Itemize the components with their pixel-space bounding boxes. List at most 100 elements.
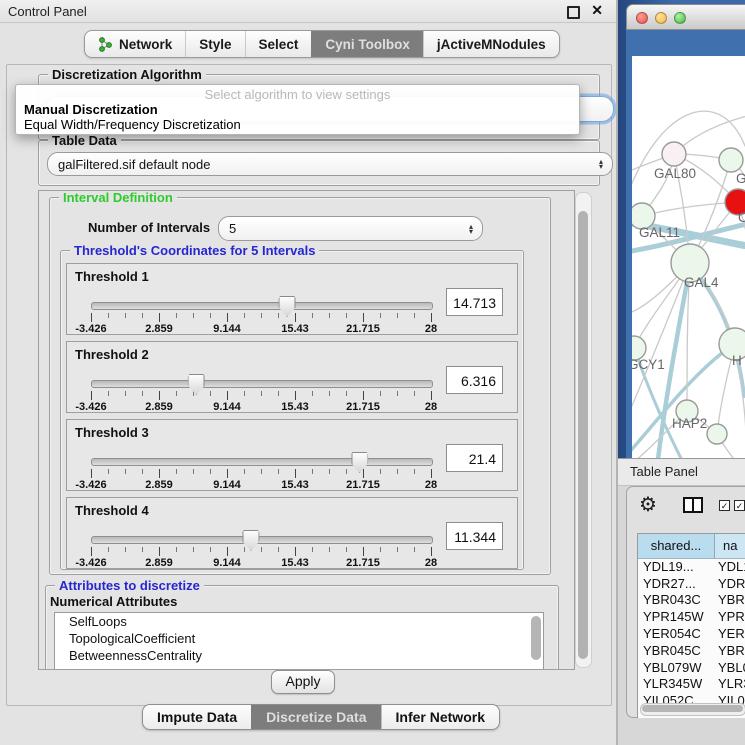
tick-mark <box>295 391 296 400</box>
content-scrollbar[interactable] <box>575 192 592 668</box>
table-row[interactable]: YER054CYER0 <box>638 625 745 642</box>
attribute-item[interactable]: TopologicalCoefficient <box>55 630 543 647</box>
table-data-value: galFiltered.sif default node <box>58 157 210 172</box>
cell-shared-name[interactable]: YBL079W <box>638 660 714 675</box>
cell-shared-name[interactable]: YBR045C <box>638 643 714 658</box>
cell-name[interactable]: YER0 <box>714 626 745 641</box>
tab-infer-network[interactable]: Infer Network <box>381 705 499 729</box>
tick-label: -3.426 <box>75 557 106 569</box>
scrollbar-thumb[interactable] <box>642 705 743 712</box>
network-node-label: GAL80 <box>654 166 696 181</box>
attribute-item[interactable]: SelfLoops <box>55 613 543 630</box>
cell-shared-name[interactable]: YLR345W <box>638 676 714 691</box>
tick-mark <box>346 469 347 474</box>
tick-mark <box>397 469 398 474</box>
cell-name[interactable]: YBR0 <box>714 592 745 607</box>
table-data-combobox[interactable]: galFiltered.sif default node ▴▾ <box>47 152 613 176</box>
table-row[interactable]: YBR043CYBR0 <box>638 592 745 609</box>
spinner-arrows-icon[interactable]: ▴▾ <box>599 159 603 169</box>
threshold-slider[interactable]: -3.4262.8599.14415.4321.71528 <box>91 452 431 488</box>
column-header-shared-name[interactable]: shared... <box>638 534 715 558</box>
network-edge[interactable] <box>642 202 738 216</box>
numerical-attributes-list[interactable]: SelfLoopsTopologicalCoefficientBetweenne… <box>54 612 544 670</box>
select-none-checkbox-icon[interactable]: ✓ <box>734 500 745 511</box>
column-header-name[interactable]: na <box>715 534 745 558</box>
table-row[interactable]: YDR27...YDR2 <box>638 575 745 592</box>
table-row[interactable]: YPR145WYPR1 <box>638 608 745 625</box>
minimize-traffic-light-icon[interactable] <box>655 12 667 24</box>
dropdown-option-manual-discretization[interactable]: Manual Discretization <box>16 102 579 117</box>
tick-mark <box>397 313 398 318</box>
spinner-arrows-icon[interactable]: ▴▾ <box>469 224 473 234</box>
select-all-checkbox-icon[interactable]: ✓ <box>719 500 730 511</box>
attribute-item[interactable]: BetweennessCentrality <box>55 647 543 664</box>
tick-mark <box>431 391 432 400</box>
slider-track[interactable] <box>91 380 433 388</box>
float-window-icon[interactable] <box>567 6 580 19</box>
threshold-slider[interactable]: -3.4262.8599.14415.4321.71528 <box>91 530 431 566</box>
network-node-label: H <box>732 353 742 368</box>
number-of-intervals-combobox[interactable]: 5 ▴▾ <box>218 216 483 241</box>
cell-name[interactable]: YBL0 <box>714 660 745 675</box>
tab-style[interactable]: Style <box>185 31 244 57</box>
tick-mark <box>397 391 398 396</box>
threshold-value-field[interactable]: 6.316 <box>446 366 503 394</box>
tab-select[interactable]: Select <box>245 31 312 57</box>
cell-name[interactable]: YDL1 <box>714 559 745 574</box>
tab-jactivemnodules[interactable]: jActiveMNodules <box>423 31 559 57</box>
network-node[interactable] <box>662 142 686 166</box>
tick-mark <box>363 469 364 478</box>
threshold-slider[interactable]: -3.4262.8599.14415.4321.71528 <box>91 374 431 410</box>
scrollbar-thumb[interactable] <box>578 211 588 659</box>
threshold-value-field[interactable]: 14.713 <box>446 288 503 316</box>
network-canvas[interactable]: GAL80GACGAL11GAL4GCY1HHAP2 <box>632 56 745 474</box>
slider-track[interactable] <box>91 458 433 466</box>
cell-name[interactable]: YDR2 <box>714 576 745 591</box>
threshold-value-field[interactable]: 21.4 <box>446 444 503 472</box>
cell-shared-name[interactable]: YDR27... <box>638 576 714 591</box>
tab-cyni-toolbox[interactable]: Cyni Toolbox <box>311 31 423 57</box>
tick-label: 9.144 <box>213 557 241 569</box>
apply-button[interactable]: Apply <box>271 670 335 694</box>
cell-shared-name[interactable]: YER054C <box>638 626 714 641</box>
gear-icon[interactable]: ⚙ <box>639 492 657 517</box>
close-icon[interactable]: ✕ <box>591 2 603 19</box>
tick-mark <box>142 313 143 318</box>
close-traffic-light-icon[interactable] <box>636 12 648 24</box>
slider-track[interactable] <box>91 302 433 310</box>
zoom-traffic-light-icon[interactable] <box>674 12 686 24</box>
table-row[interactable]: YBR045CYBR0 <box>638 642 745 659</box>
columns-icon[interactable] <box>683 497 703 513</box>
table-horizontal-scrollbar[interactable] <box>640 703 745 716</box>
tick-mark <box>278 391 279 396</box>
cell-shared-name[interactable]: YDL19... <box>638 559 714 574</box>
cell-name[interactable]: YBR0 <box>714 643 745 658</box>
tick-label: 15.43 <box>281 479 309 491</box>
cell-name[interactable]: YPR1 <box>714 609 745 624</box>
network-node[interactable] <box>719 148 743 172</box>
tick-mark <box>312 391 313 396</box>
group-title: Table Data <box>48 133 121 148</box>
cell-shared-name[interactable]: YPR145W <box>638 609 714 624</box>
tab-discretize-data[interactable]: Discretize Data <box>251 705 380 729</box>
tab-impute-data[interactable]: Impute Data <box>143 705 251 729</box>
list-scrollbar[interactable] <box>531 616 541 660</box>
network-window-titlebar[interactable] <box>626 4 745 30</box>
threshold-slider[interactable]: -3.4262.8599.14415.4321.71528 <box>91 296 431 332</box>
table-row[interactable]: YBL079WYBL0 <box>638 659 745 676</box>
threshold-panel-2: Threshold 2 -3.4262.8599.14415.4321.7152… <box>66 341 518 413</box>
threshold-value-field[interactable]: 11.344 <box>446 522 503 550</box>
tick-mark <box>278 313 279 318</box>
thresholds-group: Threshold's Coordinates for 5 Intervals … <box>60 250 524 570</box>
tick-mark <box>227 469 228 478</box>
cell-shared-name[interactable]: YBR043C <box>638 592 714 607</box>
algorithm-dropdown-popup: Select algorithm to view settings Manual… <box>15 84 580 135</box>
network-node[interactable] <box>707 424 727 444</box>
table-row[interactable]: YLR345WYLR3 <box>638 676 745 693</box>
cell-name[interactable]: YLR3 <box>714 676 745 691</box>
dropdown-option-equal-width-frequency[interactable]: Equal Width/Frequency Discretization <box>16 117 579 132</box>
numerical-attributes-label: Numerical Attributes <box>50 594 177 609</box>
tab-network[interactable]: Network <box>85 31 185 57</box>
slider-track[interactable] <box>91 536 433 544</box>
table-row[interactable]: YDL19...YDL1 <box>638 558 745 575</box>
